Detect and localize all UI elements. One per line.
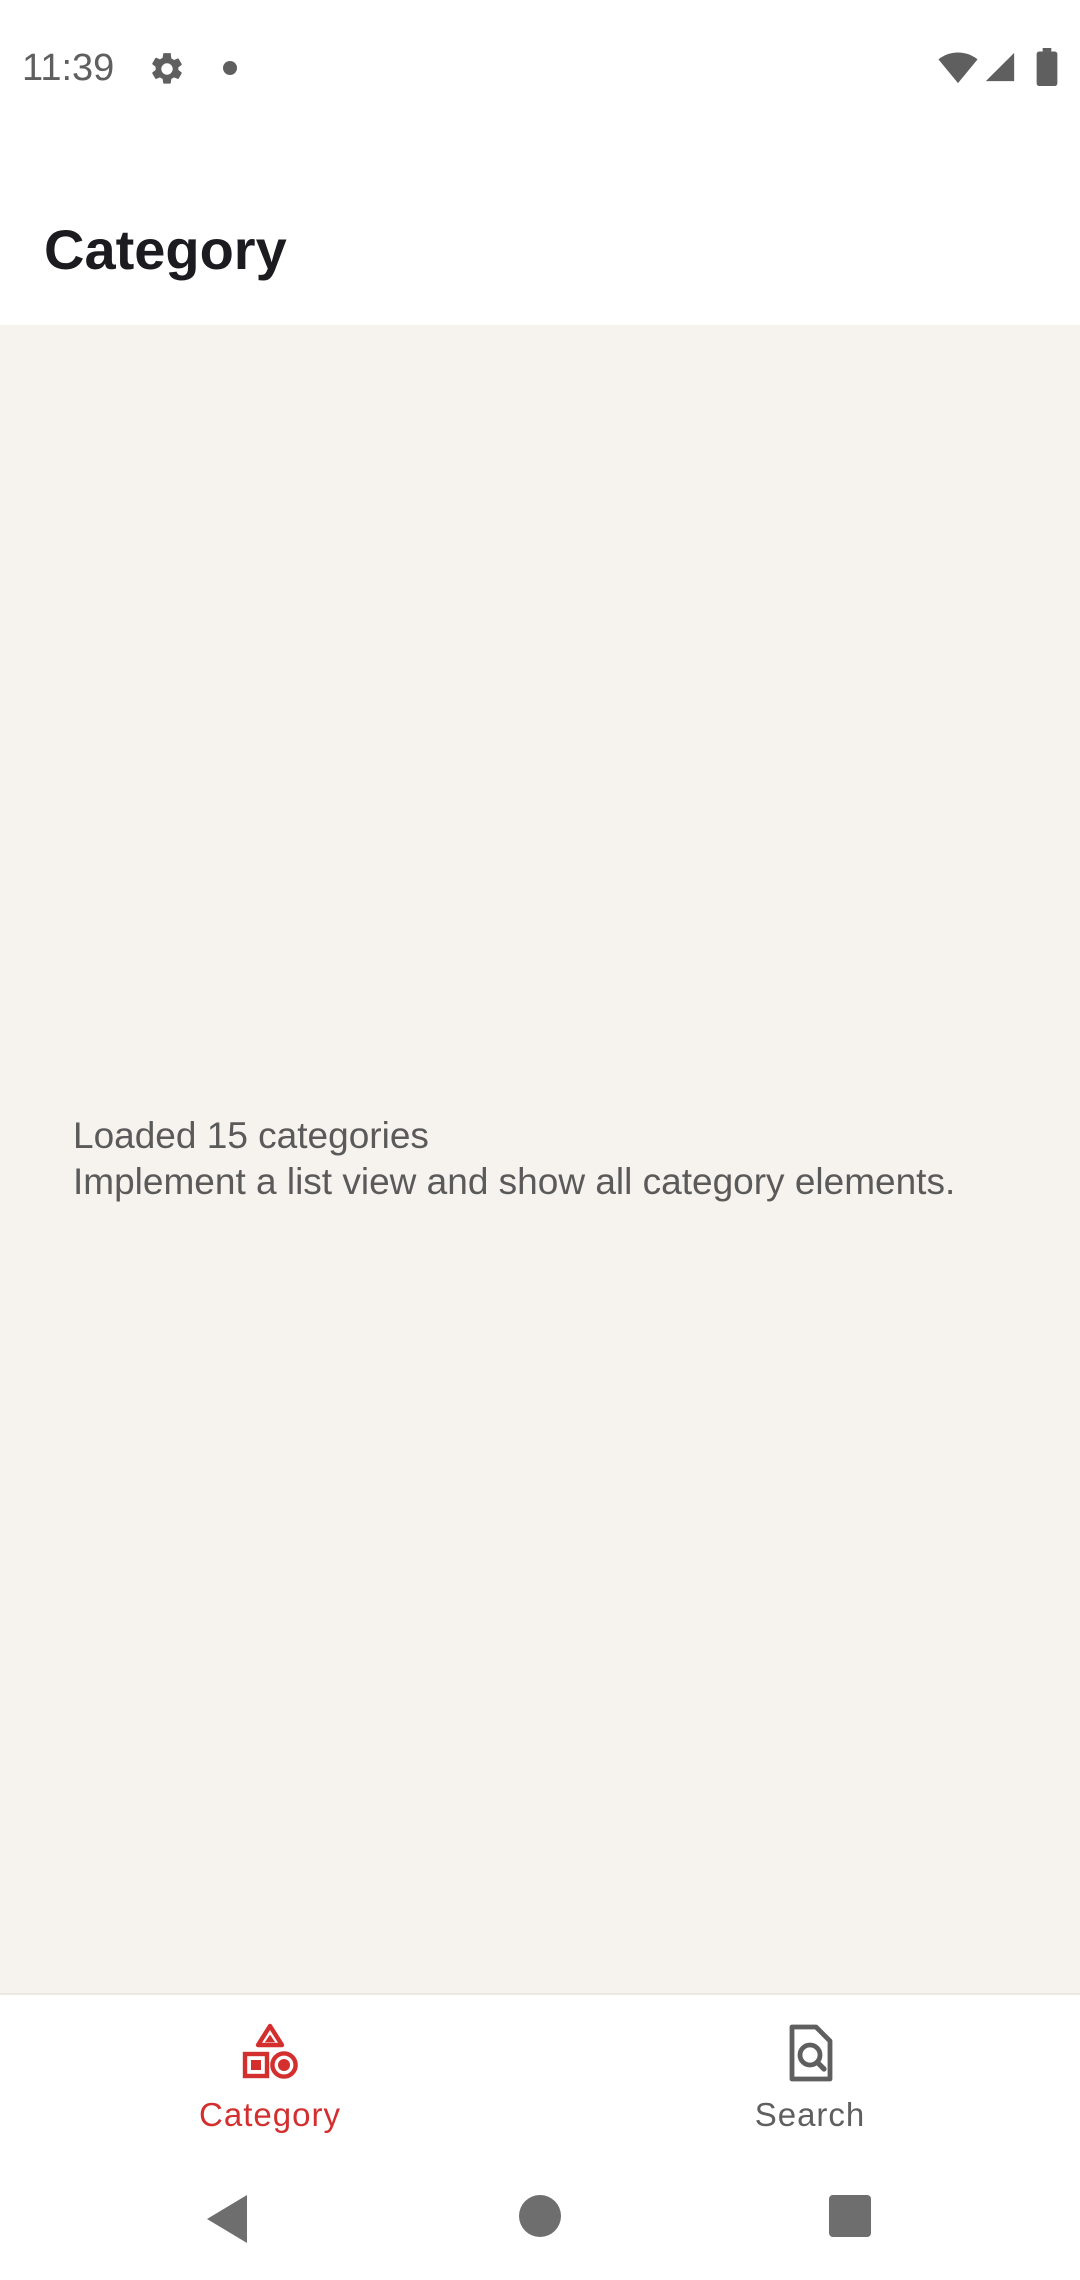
battery-icon xyxy=(1036,48,1058,86)
nav-item-search[interactable]: Search xyxy=(540,1995,1080,2155)
gear-icon xyxy=(152,53,182,84)
app-bar: Category xyxy=(0,132,1080,325)
todo-hint-text: Implement a list view and show all categ… xyxy=(73,1161,956,1202)
wifi-icon xyxy=(938,52,978,84)
nav-label-category: Category xyxy=(199,2096,341,2133)
content-area: Loaded 15 categories Implement a list vi… xyxy=(0,325,1080,1993)
page-title: Category xyxy=(44,218,287,281)
status-message: Loaded 15 categories Implement a list vi… xyxy=(73,1113,955,1205)
document-search-icon xyxy=(789,2024,833,2082)
cell-signal-icon xyxy=(985,52,1015,82)
bottom-navigation: Category Search xyxy=(0,1993,1080,2155)
loaded-count-text: Loaded 15 categories xyxy=(73,1115,429,1156)
status-time: 11:39 xyxy=(22,47,115,89)
notification-dot-icon xyxy=(223,61,237,75)
back-icon[interactable] xyxy=(203,2193,251,2245)
shapes-icon xyxy=(242,2023,298,2079)
status-bar: 11:39 xyxy=(0,0,1080,132)
system-navigation-bar xyxy=(0,2155,1080,2280)
nav-item-category[interactable]: Category xyxy=(0,1995,540,2155)
home-icon[interactable] xyxy=(519,2195,561,2237)
nav-label-search: Search xyxy=(754,2096,866,2133)
recents-icon[interactable] xyxy=(829,2195,871,2237)
